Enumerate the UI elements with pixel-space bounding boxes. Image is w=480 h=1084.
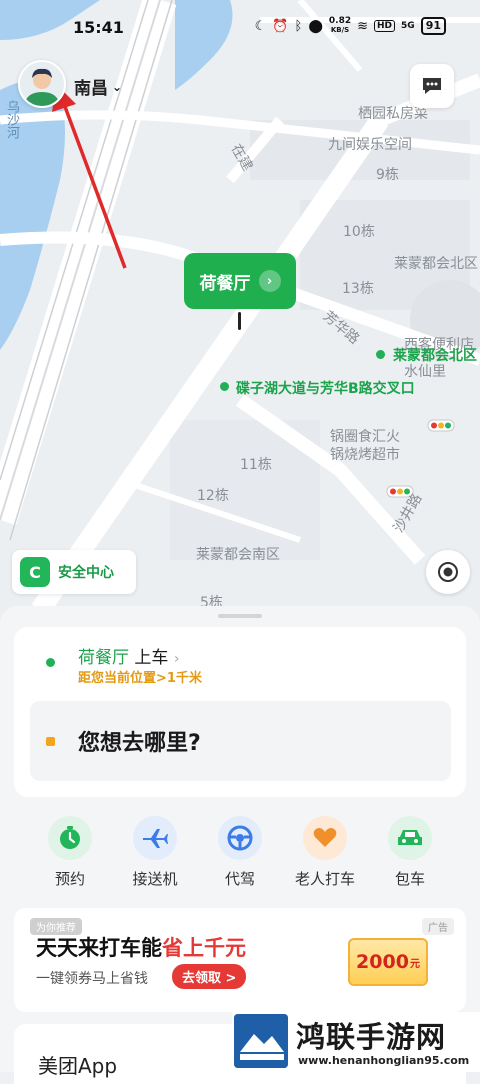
promo-banner[interactable]: 为你推荐 广告 天天来打车能省上千元 一键领券马上省钱 去领取 > 2000 元	[14, 908, 466, 1012]
chevron-right-icon: ›	[258, 270, 281, 292]
promo-title: 天天来打车能省上千元	[36, 936, 246, 960]
app-card-title: 美团App	[38, 1054, 118, 1078]
pickup-point-label: 荷餐厅	[199, 273, 251, 294]
service-shortcuts: 预约 接送机 代驾 老人打车 包车	[0, 816, 480, 896]
plane-icon	[133, 816, 177, 860]
steering-wheel-icon	[218, 816, 262, 860]
watermark-url: www.henanhonglian95.com	[298, 1054, 470, 1067]
trip-card: 荷餐厅 上车 › 距您当前位置>1千米 您想去哪里?	[14, 627, 466, 797]
watermark-title: 鸿联手游网	[296, 1020, 447, 1054]
destination-marker	[46, 737, 55, 746]
poi-dot	[376, 350, 385, 359]
status-bar: 15:41 ☾ ⏰ ᛒ ⬤ 0.82 KB/S ≋ HD 5G 91	[0, 0, 480, 52]
hd-badge: HD	[374, 20, 396, 32]
map-label-building: 10栋	[343, 224, 375, 240]
battery-indicator: 91	[420, 17, 446, 35]
service-elderly[interactable]: 老人打车	[282, 816, 368, 889]
signal-icon: 5G	[401, 21, 415, 31]
service-label: 包车	[394, 870, 425, 888]
car-icon	[388, 816, 432, 860]
map-label-building: 11栋	[240, 457, 272, 473]
safety-center-label: 安全中心	[58, 565, 114, 581]
pickup-point-bubble[interactable]: 荷餐厅 ›	[184, 253, 296, 309]
sheet-handle[interactable]	[218, 614, 262, 618]
claim-button[interactable]: 去领取 >	[172, 964, 247, 989]
wifi-icon: ≋	[357, 18, 369, 34]
ad-tag: 广告	[422, 918, 454, 935]
map-label-poi: 九间娱乐空间	[328, 137, 412, 153]
pickup-dot	[46, 658, 55, 667]
service-label: 接送机	[132, 870, 178, 888]
watermark: 鸿联手游网 www.henanhonglian95.com	[232, 1012, 480, 1072]
status-icons: ☾ ⏰ ᛒ ⬤ 0.82 KB/S ≋ HD 5G 91	[255, 17, 446, 35]
avatar[interactable]	[18, 60, 66, 108]
locate-button[interactable]	[426, 550, 470, 594]
bluetooth-icon: ᛒ	[294, 18, 303, 34]
status-time: 15:41	[73, 18, 124, 37]
pickup-distance: 距您当前位置>1千米	[78, 671, 202, 686]
chevron-down-icon: ⌄	[112, 79, 123, 94]
service-label: 预约	[54, 870, 85, 888]
safety-center-button[interactable]: C 安全中心	[12, 550, 136, 594]
city-name: 南昌	[74, 79, 108, 99]
service-chauffeur[interactable]: 代驾	[197, 816, 283, 889]
pickup-name: 荷餐厅	[78, 648, 129, 668]
poi-dot	[220, 382, 229, 391]
map-label-building: 13栋	[342, 281, 374, 297]
heart-hands-icon	[303, 816, 347, 860]
location-icon: ⬤	[308, 18, 323, 34]
chevron-right-icon: ›	[173, 651, 180, 667]
service-charter[interactable]: 包车	[367, 816, 453, 889]
watermark-logo	[234, 1014, 288, 1068]
map-label-river: 乌沙河	[4, 100, 19, 139]
shield-icon: C	[20, 557, 50, 587]
alarm-icon: ⏰	[272, 18, 289, 34]
map-label-intersection[interactable]: 碟子湖大道与芳华B路交叉口	[236, 378, 426, 400]
map-label-poi: 莱蒙都会南区	[196, 547, 280, 563]
coupon-image: 2000 元	[348, 938, 428, 986]
map-label-poi: 锅圈食汇火锅烧烤超市	[330, 429, 400, 463]
service-reserve[interactable]: 预约	[27, 816, 113, 889]
pickup-location[interactable]: 荷餐厅 上车 ›	[78, 643, 179, 668]
destination-input[interactable]: 您想去哪里?	[30, 701, 451, 781]
user-avatar-icon	[20, 62, 64, 106]
chat-bubble-icon	[423, 78, 441, 94]
service-airport[interactable]: 接送机	[112, 816, 198, 889]
bottom-sheet: 荷餐厅 上车 › 距您当前位置>1千米 您想去哪里? 预约 接送机 代驾 老人打…	[0, 606, 480, 1084]
pickup-pin	[238, 312, 241, 330]
service-label: 代驾	[224, 870, 255, 888]
locate-icon	[438, 562, 458, 582]
service-label: 老人打车	[294, 870, 355, 888]
city-selector[interactable]: 南昌 ⌄	[74, 74, 122, 99]
pickup-suffix: 上车	[134, 648, 169, 668]
clock-icon	[48, 816, 92, 860]
map-label-poi: 莱蒙都会北区	[394, 256, 478, 272]
map-view[interactable]: 乌沙河 在建 栖园私房菜 九间娱乐空间 9栋 10栋 莱蒙都会北区 13栋 芳华…	[0, 0, 480, 620]
map-label-building: 9栋	[376, 167, 399, 183]
network-speed: 0.82 KB/S	[328, 16, 352, 35]
promo-subtitle: 一键领券马上省钱	[36, 971, 148, 987]
moon-icon: ☾	[254, 18, 267, 34]
destination-placeholder: 您想去哪里?	[78, 731, 201, 756]
map-label-building: 12栋	[197, 488, 229, 504]
message-button[interactable]	[410, 64, 454, 108]
